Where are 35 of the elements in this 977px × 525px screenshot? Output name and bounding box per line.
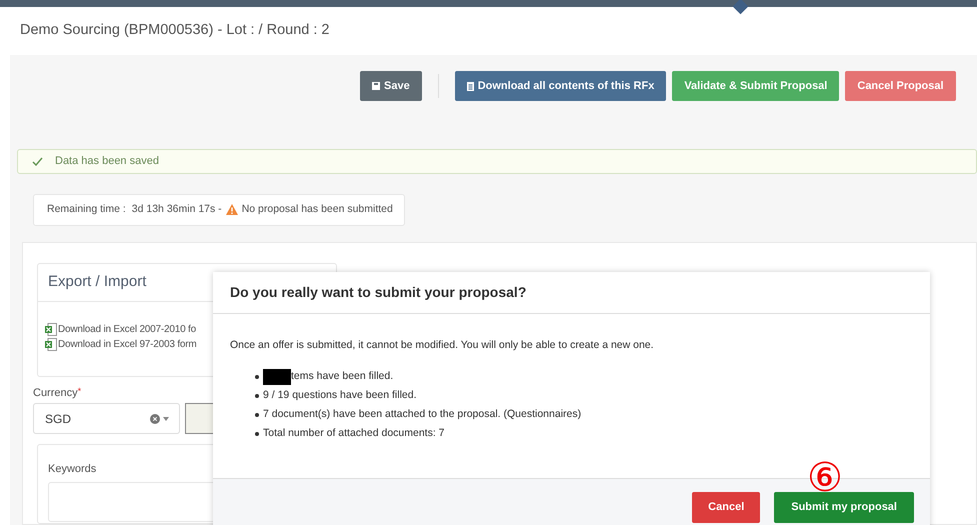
cancel-button[interactable]: Cancel: [692, 492, 760, 523]
currency-label: Currency: [33, 386, 78, 400]
summary-item: 9 / 19 questions have been filled.: [263, 388, 417, 404]
cancel-button[interactable]: Cancel Proposal: [845, 71, 956, 101]
panel-title: Export / Import: [48, 272, 146, 292]
download-link[interactable]: Download in Excel 2007-2010 fo: [58, 322, 196, 336]
bullet-icon: [255, 394, 259, 398]
dialog-message: Once an offer is submitted, it cannot be modified. You will only be able to create a new one.: [230, 338, 655, 353]
download-button[interactable]: Download all contents of this RFx: [454, 71, 666, 101]
save-button[interactable]: Save: [360, 71, 422, 101]
warning-text: No proposal has been submitted: [242, 202, 393, 217]
excel-file-icon: [45, 338, 57, 350]
page-title: Demo Sourcing (BPM000536) - Lot : / Round : 2: [20, 21, 330, 40]
bullet-icon: [255, 375, 259, 380]
dropdown-icon: [163, 416, 169, 420]
currency-select[interactable]: SGD: [33, 403, 180, 434]
dialog-title: Do you really want to submit your proposal?: [230, 283, 526, 302]
bullet-icon: [255, 413, 259, 418]
warning-icon: [226, 204, 238, 216]
validate-button[interactable]: Validate & Submit Proposal: [672, 71, 840, 101]
check-icon: [32, 157, 43, 166]
alert-text: Data has been saved: [55, 154, 159, 170]
remaining-time-value: 3d 13h 36min 17s -: [132, 202, 222, 217]
bullet-icon: [255, 432, 259, 436]
excel-file-icon: [45, 322, 57, 336]
clear-icon[interactable]: [150, 414, 160, 424]
document-icon: [466, 82, 474, 90]
summary-item: Total number of attached documents: 7: [263, 426, 445, 442]
download-link[interactable]: Download in Excel 97-2003 form: [58, 336, 197, 352]
remaining-time-label: Remaining time :: [47, 202, 126, 217]
keywords-label: Keywords: [48, 462, 98, 477]
submit-button[interactable]: Submit my proposal: [774, 492, 914, 523]
summary-item: tems have been filled.: [291, 369, 394, 384]
summary-item: 7 document(s) have been attached to the proposal. (Questionnaires): [263, 407, 582, 422]
required-mark: *: [78, 384, 82, 398]
